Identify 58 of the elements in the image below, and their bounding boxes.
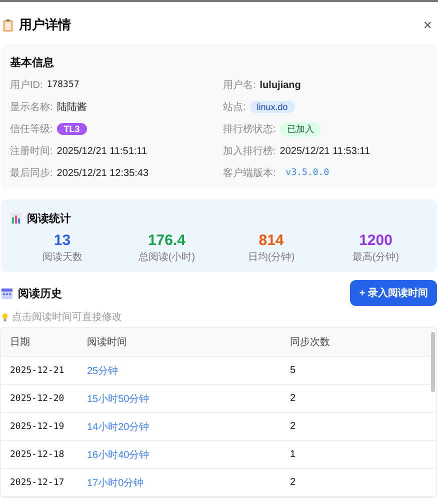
- field-value: 2025/12/21 11:53:11: [280, 146, 370, 156]
- bar-chart-icon: [10, 212, 22, 225]
- column-header: 同步次数: [290, 336, 331, 349]
- sync-count-cell-text: 2: [290, 393, 297, 404]
- scrollbar[interactable]: [431, 332, 435, 392]
- stat-value: 1200: [359, 232, 392, 250]
- reading-time-link[interactable]: 15小时50分钟: [87, 394, 150, 404]
- field-value: 178357: [46, 80, 80, 90]
- stat-value: 176.4: [148, 232, 186, 250]
- tag: linux.do: [250, 101, 295, 113]
- field-label: 站点:: [223, 100, 246, 114]
- stat-label: 总阅读(小时): [138, 250, 196, 264]
- date-cell-text: 2025-12-21: [9, 366, 66, 376]
- calendar-icon: [1, 286, 13, 300]
- field-value: 陆陆酱: [56, 100, 87, 114]
- field-label: 客户端版本:: [223, 166, 276, 180]
- reading-time-link[interactable]: 17小时0分钟: [87, 478, 144, 488]
- field-label: 最后同步:: [10, 166, 53, 180]
- tag: 已加入: [280, 122, 321, 136]
- close-button[interactable]: ×: [421, 18, 434, 32]
- hint-text: 点击阅读时间可直接修改: [12, 310, 122, 324]
- stat-value: 13: [54, 232, 71, 250]
- field-label: 用户ID:: [10, 78, 43, 92]
- dialog-title: 用户详情: [19, 16, 71, 34]
- field-label: 信任等级:: [10, 123, 53, 136]
- column-header: 日期: [9, 336, 31, 349]
- reading-time-link[interactable]: 14小时20分钟: [87, 422, 150, 432]
- stat-value: 814: [258, 232, 284, 250]
- date-cell-text: 2025-12-19: [9, 422, 66, 432]
- lightbulb-icon: [2, 312, 8, 322]
- stat-label: 日均(分钟): [248, 250, 295, 264]
- reading-time-link[interactable]: 25分钟: [87, 366, 118, 376]
- stat-label: 最高(分钟): [352, 250, 400, 264]
- date-cell-text: 2025-12-20: [9, 394, 66, 404]
- field-value: v3.5.0.0: [286, 168, 330, 178]
- reading-time-link[interactable]: 16小时40分钟: [87, 450, 150, 460]
- field-label: 加入排行榜:: [223, 144, 276, 158]
- date-cell-text: 2025-12-17: [9, 478, 66, 488]
- tag: TL3: [56, 123, 87, 135]
- date-cell-text: 2025-12-18: [9, 450, 66, 460]
- sync-count-cell-text: 2: [290, 421, 297, 432]
- field-label: 显示名称:: [10, 101, 53, 114]
- sync-count-cell-text: 5: [290, 365, 297, 376]
- column-header: 阅读时间: [87, 336, 128, 349]
- section-title: 阅读统计: [27, 212, 71, 226]
- field-label: 排行榜状态:: [223, 122, 276, 136]
- field-label: 注册时间:: [10, 144, 53, 158]
- sync-count-cell-text: 2: [290, 477, 297, 488]
- field-label: 用户名:: [223, 78, 256, 92]
- field-value: 2025/12/21 12:35:43: [56, 168, 149, 178]
- stat-label: 阅读天数: [42, 250, 82, 264]
- field-value: lulujiang: [260, 80, 301, 90]
- clipboard-icon: [2, 18, 14, 32]
- section-title: 基本信息: [10, 56, 54, 70]
- section-title: 阅读历史: [18, 286, 62, 300]
- field-value: 2025/12/21 11:51:11: [56, 146, 148, 156]
- add-reading-time-button[interactable]: + 录入阅读时间: [350, 280, 437, 306]
- sync-count-cell-text: 1: [290, 449, 297, 460]
